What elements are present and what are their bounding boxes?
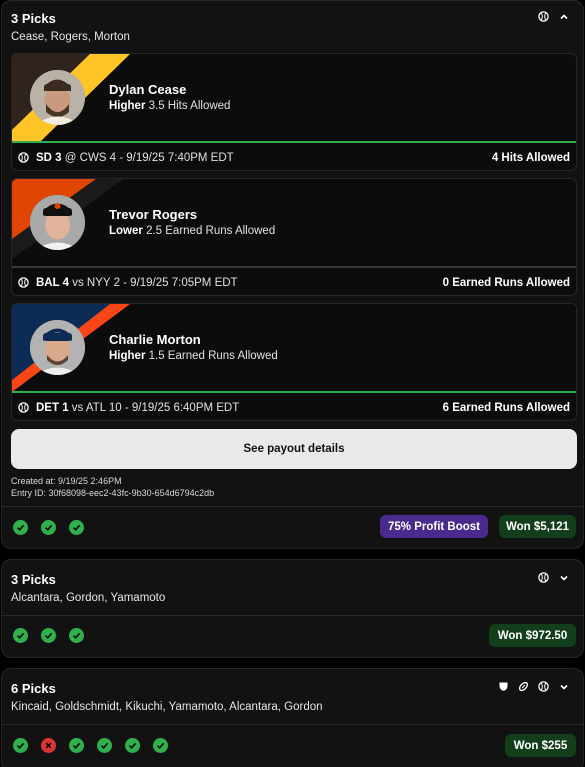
pick-results-row — [13, 520, 84, 535]
check-icon — [13, 738, 28, 753]
pick-result: 6 Earned Runs Allowed — [442, 401, 570, 414]
entry-title: 6 Picks — [11, 681, 56, 696]
see-payout-details-button[interactable]: See payout details — [11, 429, 577, 469]
pick-direction: Higher — [109, 350, 146, 362]
created-at: Created at: 9/19/25 2:46PM — [11, 476, 122, 486]
pick-result: 0 Earned Runs Allowed — [442, 276, 570, 289]
entry-header[interactable]: 3 Picks Alcantara, Gordon, Yamamoto — [2, 560, 583, 615]
profit-boost-badge: 75% Profit Boost — [380, 515, 488, 538]
football-icon — [518, 681, 529, 692]
baseball-icon — [538, 11, 549, 22]
baseball-icon — [538, 681, 549, 692]
check-icon — [153, 738, 168, 753]
entry-id: Entry ID: 30f68098-eec2-43fc-9b30-654d67… — [11, 488, 215, 498]
check-icon — [41, 520, 56, 535]
player-avatar — [30, 70, 85, 125]
pick-footer: DET 1 vs ATL 10 - 9/19/25 6:40PM EDT 6 E… — [12, 393, 576, 420]
baseball-icon — [18, 402, 29, 413]
game-team-score: SD 3 — [36, 151, 62, 164]
check-icon — [13, 628, 28, 643]
pick-card-charlie-morton[interactable]: Charlie Morton Higher 1.5 Earned Runs Al… — [11, 303, 577, 421]
entry-header[interactable]: 6 Picks Kincaid, Goldschmidt, Kikuchi, Y… — [2, 669, 583, 724]
pick-direction: Higher — [109, 100, 146, 112]
entry-player-names: Alcantara, Gordon, Yamamoto — [11, 592, 166, 604]
game-info: vs NYY 2 - 9/19/25 7:05PM EDT — [72, 276, 238, 289]
entry-card[interactable]: 3 Picks Cease, Rogers, Morton Dylan Ceas… — [1, 0, 584, 549]
game-team-score: DET 1 — [36, 401, 69, 414]
won-amount-badge: Won $5,121 — [499, 515, 576, 538]
game-info: @ CWS 4 - 9/19/25 7:40PM EDT — [64, 151, 234, 164]
check-icon — [69, 520, 84, 535]
player-name: Trevor Rogers — [109, 207, 198, 222]
pick-results-row — [13, 738, 168, 753]
check-icon — [69, 738, 84, 753]
divider — [2, 724, 583, 725]
game-team-score: BAL 4 — [36, 276, 70, 289]
check-icon — [125, 738, 140, 753]
player-avatar — [30, 195, 85, 250]
entry-player-names: Cease, Rogers, Morton — [11, 31, 130, 43]
check-icon — [13, 520, 28, 535]
baseball-icon — [18, 152, 29, 163]
entry-title: 3 Picks — [11, 11, 56, 26]
won-amount-badge: Won $255 — [505, 734, 576, 757]
pick-results-row — [13, 628, 84, 643]
pick-footer: BAL 4 vs NYY 2 - 9/19/25 7:05PM EDT 0 Ea… — [12, 268, 576, 295]
game-info: vs ATL 10 - 9/19/25 6:40PM EDT — [71, 401, 240, 414]
hockey-shield-icon — [498, 681, 509, 692]
check-icon — [41, 628, 56, 643]
pick-stat-line: 1.5 Earned Runs Allowed — [148, 350, 278, 362]
pick-card-trevor-rogers[interactable]: Trevor Rogers Lower 2.5 Earned Runs Allo… — [11, 178, 577, 296]
entry-card[interactable]: 3 Picks Alcantara, Gordon, Yamamoto Won … — [1, 559, 584, 658]
entry-header[interactable]: 3 Picks Cease, Rogers, Morton — [2, 1, 583, 51]
divider — [2, 506, 583, 507]
pick-line: Lower 2.5 Earned Runs Allowed — [109, 225, 275, 237]
won-amount-badge: Won $972.50 — [489, 624, 576, 647]
entry-player-names: Kincaid, Goldschmidt, Kikuchi, Yamamoto,… — [11, 701, 323, 713]
pick-line: Higher 3.5 Hits Allowed — [109, 100, 230, 112]
entry-card[interactable]: 6 Picks Kincaid, Goldschmidt, Kikuchi, Y… — [1, 668, 584, 767]
chevron-down-icon[interactable] — [558, 572, 569, 583]
player-name: Dylan Cease — [109, 82, 187, 97]
entry-title: 3 Picks — [11, 572, 56, 587]
baseball-icon — [18, 277, 29, 288]
chevron-down-icon[interactable] — [558, 681, 569, 692]
x-icon — [41, 738, 56, 753]
player-avatar — [30, 320, 85, 375]
pick-stat-line: 2.5 Earned Runs Allowed — [146, 225, 276, 237]
pick-footer: SD 3 @ CWS 4 - 9/19/25 7:40PM EDT 4 Hits… — [12, 143, 576, 170]
chevron-up-icon[interactable] — [558, 11, 569, 22]
check-icon — [69, 628, 84, 643]
pick-card-dylan-cease[interactable]: Dylan Cease Higher 3.5 Hits Allowed SD 3… — [11, 53, 577, 171]
check-icon — [97, 738, 112, 753]
pick-stat-line: 3.5 Hits Allowed — [148, 100, 231, 112]
divider — [2, 615, 583, 616]
pick-line: Higher 1.5 Earned Runs Allowed — [109, 350, 278, 362]
baseball-icon — [538, 572, 549, 583]
pick-direction: Lower — [109, 225, 143, 237]
pick-result: 4 Hits Allowed — [491, 151, 570, 164]
player-name: Charlie Morton — [109, 332, 201, 347]
